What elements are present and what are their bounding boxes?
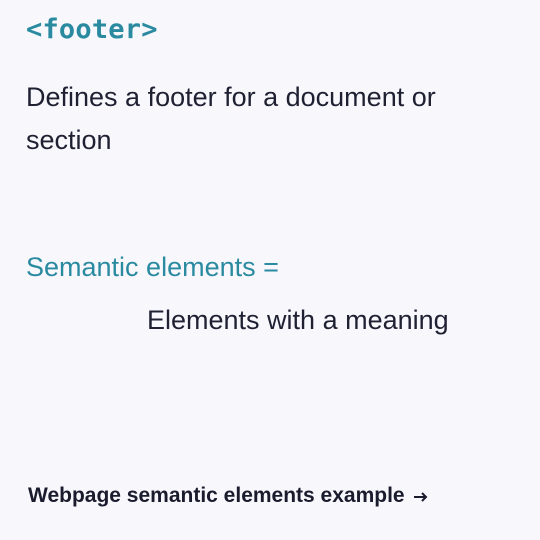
arrow-right-icon (413, 490, 429, 502)
tag-heading: <footer> (26, 14, 158, 45)
example-link-label: Webpage semantic elements example (28, 484, 405, 507)
semantic-elements-definition: Elements with a meaning (147, 305, 449, 335)
example-link[interactable]: Webpage semantic elements example (28, 484, 429, 508)
semantic-elements-title: Semantic elements = (26, 252, 279, 282)
slide-page: <footer> Defines a footer for a document… (0, 0, 540, 540)
tag-description: Defines a footer for a document or secti… (26, 82, 436, 155)
